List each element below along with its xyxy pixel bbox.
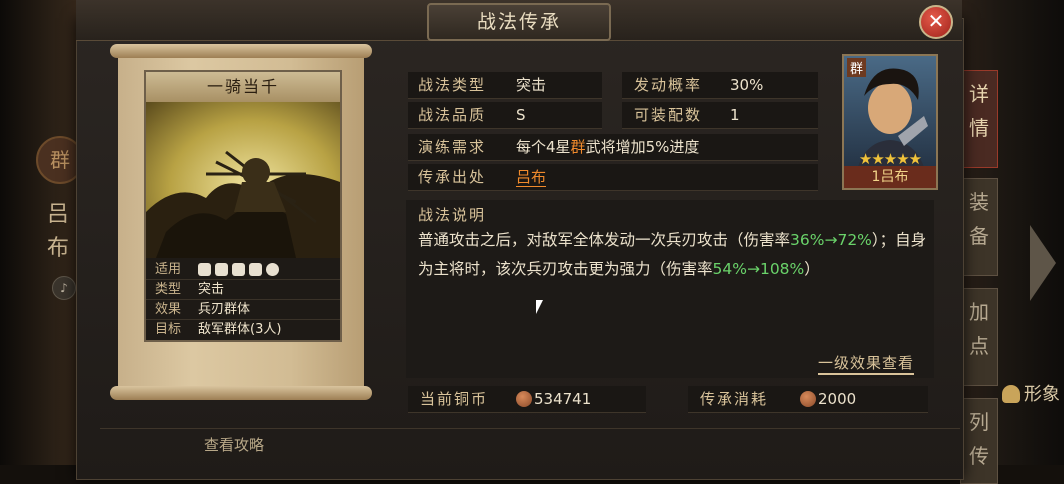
card-row-target: 目标 敌军群体(3人) bbox=[146, 320, 340, 339]
source-link[interactable]: 吕布 bbox=[516, 164, 547, 190]
close-button[interactable]: ✕ bbox=[919, 5, 953, 39]
cost-label: 传承消耗 bbox=[700, 390, 769, 408]
appearance-button[interactable]: 形象 bbox=[1002, 380, 1060, 406]
card-row-effect: 效果 兵刃群体 bbox=[146, 300, 340, 320]
quality-value: S bbox=[516, 106, 526, 124]
general-name-char-2: 布 bbox=[46, 236, 69, 261]
view-guide-button[interactable]: 查看攻略 bbox=[204, 434, 264, 455]
copper-value: 534741 bbox=[516, 386, 591, 412]
appearance-icon bbox=[1002, 385, 1020, 403]
quality-label: 战法品质 bbox=[418, 106, 487, 124]
troop-type-icons bbox=[190, 260, 279, 279]
shield-icon bbox=[215, 263, 228, 276]
card-row-value: 敌军群体(3人) bbox=[198, 322, 282, 337]
tab-details[interactable]: 详情 bbox=[960, 70, 998, 168]
equip-count-value: 1 bbox=[730, 106, 740, 124]
general-portrait[interactable]: 群 ★★★★★ 1吕布 bbox=[842, 54, 938, 190]
description-title: 战法说明 bbox=[418, 206, 487, 224]
speaker-icon[interactable]: ♪ bbox=[52, 276, 76, 300]
type-value: 突击 bbox=[516, 76, 547, 94]
scroll-rod-top bbox=[110, 44, 372, 58]
divider bbox=[100, 428, 960, 429]
card-row-key: 效果 bbox=[154, 302, 181, 317]
skill-card: 一骑当千 适用 类型 突击 效果 兵刃群体 目标 敌军群体(3人) bbox=[144, 70, 342, 342]
skill-name: 一骑当千 bbox=[146, 72, 340, 102]
scroll-rod-bottom bbox=[110, 386, 372, 400]
training-label: 演练需求 bbox=[418, 138, 487, 156]
card-row-key: 目标 bbox=[154, 322, 181, 337]
next-arrow-icon[interactable] bbox=[1030, 225, 1056, 301]
cavalry-icon bbox=[198, 263, 211, 276]
card-row-key: 类型 bbox=[154, 282, 181, 297]
bow-icon bbox=[232, 263, 245, 276]
source-label: 传承出处 bbox=[418, 168, 487, 186]
description-text: 普通攻击之后，对敌军全体发动一次兵刃攻击（伤害率36%→72%）；自身为主将时，… bbox=[418, 231, 927, 278]
type-label: 战法类型 bbox=[418, 76, 487, 94]
chariot-icon bbox=[266, 263, 279, 276]
card-row-troops: 适用 bbox=[146, 260, 340, 280]
copper-label: 当前铜币 bbox=[420, 390, 489, 408]
level-one-effect-link[interactable]: 一级效果查看 bbox=[818, 352, 915, 375]
card-row-key: 适用 bbox=[154, 262, 181, 277]
tab-biography[interactable]: 列传 bbox=[960, 398, 998, 484]
card-row-value: 突击 bbox=[198, 282, 225, 297]
card-row-value: 兵刃群体 bbox=[198, 302, 251, 317]
cavalry-charge-illustration bbox=[146, 150, 340, 258]
general-name-char-1: 吕 bbox=[46, 202, 69, 227]
general-faction-badge: 群 bbox=[847, 58, 867, 77]
copper-coin-icon bbox=[516, 391, 532, 407]
tab-attributes[interactable]: 加点 bbox=[960, 288, 998, 386]
dialog-title: 战法传承 bbox=[427, 3, 611, 41]
training-faction: 群 bbox=[570, 138, 586, 156]
spear-icon bbox=[249, 263, 262, 276]
card-row-type: 类型 突击 bbox=[146, 280, 340, 300]
cost-value: 2000 bbox=[800, 386, 856, 412]
copper-coin-icon bbox=[800, 391, 816, 407]
skill-artwork bbox=[146, 102, 340, 258]
training-value: 每个4星群武将增加5%进度 bbox=[516, 138, 700, 156]
equip-count-label: 可装配数 bbox=[634, 106, 703, 124]
tab-equipment[interactable]: 装备 bbox=[960, 178, 998, 276]
general-name: 1吕布 bbox=[844, 166, 936, 188]
mouse-cursor-icon bbox=[536, 300, 543, 314]
probability-value: 30% bbox=[730, 76, 764, 94]
probability-label: 发动概率 bbox=[634, 76, 703, 94]
